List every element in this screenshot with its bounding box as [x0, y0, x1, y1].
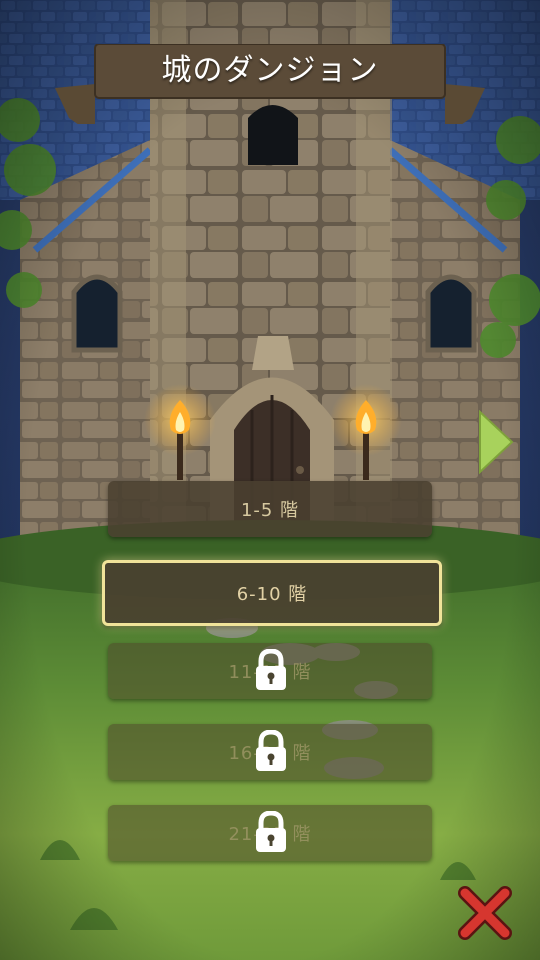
- floor-button-label: 6-10 階: [236, 584, 308, 605]
- close-x-icon[interactable]: [455, 883, 515, 943]
- floor-button-6-10[interactable]: 6-10 階: [102, 560, 442, 626]
- title-banner: 城のダンジョン: [55, 44, 485, 124]
- floor-button-21-25[interactable]: 21-25 階: [108, 805, 432, 861]
- floor-button-label: 1-5 階: [240, 500, 300, 521]
- floor-button-11-15[interactable]: 11-15 階: [108, 643, 432, 699]
- padlock-icon: [256, 730, 286, 771]
- padlock-icon: [256, 649, 286, 690]
- floor-button-1-5[interactable]: 1-5 階: [108, 481, 432, 537]
- padlock-icon: [256, 811, 286, 852]
- page-title: 城のダンジョン: [161, 53, 379, 88]
- dungeon-select-screen: 城のダンジョン 1-5 階 6-10 階 11-15 階 16-20 階 21-…: [0, 0, 540, 960]
- next-area-arrow-icon[interactable]: [478, 410, 514, 474]
- floor-button-16-20[interactable]: 16-20 階: [108, 724, 432, 780]
